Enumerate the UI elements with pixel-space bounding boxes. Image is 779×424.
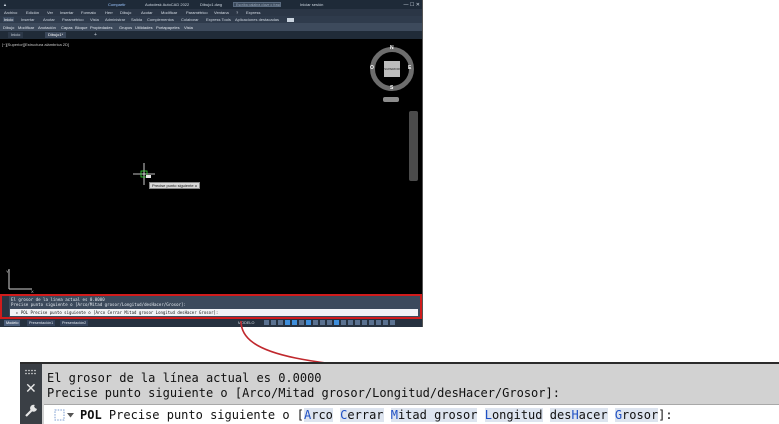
menu-item[interactable]: ? <box>236 10 238 15</box>
compass-west[interactable]: O <box>370 65 374 71</box>
app-menu-icon[interactable]: ▲ <box>3 2 7 7</box>
command-line-small[interactable]: El grosor de la línea actual es 0.0000 P… <box>0 294 422 319</box>
tab-inicio[interactable]: Inicio <box>3 17 15 22</box>
window-controls[interactable]: — ☐ ✕ <box>404 2 420 8</box>
tab-dibujo1[interactable]: Dibujo1* <box>45 32 67 38</box>
search-input[interactable]: Escriba palabra clave o frase <box>233 2 281 7</box>
tab-presentacion2[interactable]: Presentación2 <box>60 320 89 326</box>
command-name: POL <box>80 408 102 422</box>
ribbon-panel[interactable]: Portapapeles <box>156 25 180 30</box>
command-line-grip[interactable]: ✕ <box>20 364 42 424</box>
dynamic-input-tooltip: Precise punto siguiente o <box>149 182 200 189</box>
history-line-2: Precise punto siguiente o [Arco/Mitad gr… <box>11 302 186 308</box>
option-grosor[interactable]: Grosor <box>614 408 659 422</box>
command-input[interactable]: ▸ POL Precise punto siguiente o [Arco Ce… <box>10 309 418 316</box>
menu-item[interactable]: Acotar <box>141 10 153 15</box>
ribbon-tabs: Inicio Insertar Anotar Paramétrico Vista… <box>0 16 422 23</box>
menu-item[interactable]: Formato <box>81 10 96 15</box>
new-tab-icon[interactable]: + <box>94 32 97 38</box>
drawing-area[interactable]: [−][Superior][Estructura alámbrica 2D] S… <box>0 39 422 294</box>
close-icon[interactable]: ✕ <box>25 381 37 395</box>
ribbon-tab[interactable]: Administrar <box>105 17 125 22</box>
viewcube-face[interactable]: SUPERIOR <box>384 61 400 77</box>
ribbon-tab[interactable]: Aplicaciones destacadas <box>235 17 279 22</box>
command-prompt: POL Precise punto siguiente o [Arco Cerr… <box>80 408 673 422</box>
command-history: El grosor de la línea actual es 0.0000 P… <box>11 297 186 307</box>
ribbon-tab[interactable]: Colaborar <box>181 17 199 22</box>
prompt-end: ]: <box>658 408 673 422</box>
ribbon-panels: Dibujo Modificar Anotación Capas Bloque … <box>0 23 422 31</box>
menu-item[interactable]: Edición <box>26 10 39 15</box>
history-icon[interactable] <box>24 369 38 375</box>
ribbon-panel[interactable]: Vista <box>184 25 193 30</box>
history-line-2: Precise punto siguiente o [Arco/Mitad gr… <box>47 386 560 400</box>
autocad-window: ▲ Compartir Autodesk AutoCAD 2022 Dibujo… <box>0 0 423 327</box>
navigation-bar[interactable] <box>409 111 418 181</box>
ribbon-panel[interactable]: Propiedades <box>90 25 112 30</box>
compass-south[interactable]: S <box>390 85 393 91</box>
menu-item[interactable]: Dibujo <box>120 10 131 15</box>
menu-item[interactable]: Modificar <box>161 10 177 15</box>
ribbon-panel[interactable]: Bloque <box>75 25 87 30</box>
command-history-zoomed: El grosor de la línea actual es 0.0000 P… <box>47 371 560 401</box>
compass-north[interactable]: N <box>390 45 394 51</box>
wcs-menu[interactable] <box>383 97 399 102</box>
prompt-text: Precise punto siguiente o [ <box>108 408 304 422</box>
tab-modelo[interactable]: Modelo <box>4 320 21 326</box>
ucs-icon: Y X <box>6 269 34 293</box>
ucs-y-label: Y <box>6 269 9 274</box>
status-toggles[interactable] <box>264 320 397 326</box>
doc-title: Dibujo1.dwg <box>200 2 223 7</box>
ribbon-panel[interactable]: Capas <box>61 25 73 30</box>
command-line-zoomed[interactable]: ✕ El grosor de la línea actual es 0.0000… <box>20 362 779 424</box>
menu-item[interactable]: Ventana <box>214 10 229 15</box>
option-longitud[interactable]: Longitud <box>484 408 543 422</box>
menu-item[interactable]: Archivo <box>4 10 17 15</box>
menu-item[interactable]: Insertar <box>60 10 74 15</box>
ribbon-tab[interactable]: Insertar <box>21 17 35 22</box>
ribbon-toggle-icon[interactable] <box>287 18 294 22</box>
ribbon-tab[interactable]: Complementos <box>147 17 174 22</box>
app-title: Autodesk AutoCAD 2022 <box>145 2 190 7</box>
menu-item[interactable]: Herr <box>105 10 113 15</box>
command-line-side <box>2 296 9 317</box>
viewport-controls[interactable]: [−][Superior][Estructura alámbrica 2D] <box>2 42 69 47</box>
ribbon-panel[interactable]: Grupos <box>119 25 132 30</box>
signin-button[interactable]: Iniciar sesión <box>300 2 323 7</box>
menu-item[interactable]: Ver <box>47 10 53 15</box>
option-mitad-grosor[interactable]: Mitad grosor <box>390 408 478 422</box>
ribbon-tab[interactable]: Anotar <box>43 17 55 22</box>
ribbon-panel[interactable]: Anotación <box>38 25 56 30</box>
customize-wrench-icon[interactable] <box>24 404 38 418</box>
status-bar: Modelo Presentación1 Presentación2 MODEL… <box>0 319 422 327</box>
ribbon-tab[interactable]: Express Tools <box>206 17 231 22</box>
history-line-1: El grosor de la línea actual es 0.0000 <box>47 371 322 385</box>
document-tabs: Inicio Dibujo1* + <box>0 31 422 39</box>
ribbon-tab[interactable]: Paramétrico <box>62 17 84 22</box>
compass-east[interactable]: E <box>408 65 411 71</box>
title-bar: ▲ Compartir Autodesk AutoCAD 2022 Dibujo… <box>0 0 422 9</box>
model-space-button[interactable]: MODELO <box>238 321 254 325</box>
ribbon-panel[interactable]: Dibujo <box>3 25 14 30</box>
ribbon-tab[interactable]: Salida <box>131 17 142 22</box>
ucs-x-label: X <box>31 289 34 293</box>
menu-item[interactable]: Paramétrico <box>186 10 208 15</box>
ribbon-panel[interactable]: Modificar <box>18 25 34 30</box>
option-deshacer[interactable]: desHacer <box>549 408 608 422</box>
tab-inicio-doc[interactable]: Inicio <box>8 32 24 38</box>
option-arco[interactable]: Arco <box>304 408 333 422</box>
tab-presentacion1[interactable]: Presentación1 <box>27 320 56 326</box>
ribbon-tab[interactable]: Vista <box>90 17 99 22</box>
menu-item[interactable]: Express <box>246 10 260 15</box>
share-button[interactable]: Compartir <box>108 2 126 7</box>
menu-bar: Archivo Edición Ver Insertar Formato Her… <box>0 9 422 16</box>
recent-commands-icon[interactable] <box>54 409 76 421</box>
ribbon-panel[interactable]: Utilidades <box>135 25 153 30</box>
option-cerrar[interactable]: Cerrar <box>340 408 384 422</box>
command-input-zoomed[interactable]: POL Precise punto siguiente o [Arco Cerr… <box>44 404 779 424</box>
